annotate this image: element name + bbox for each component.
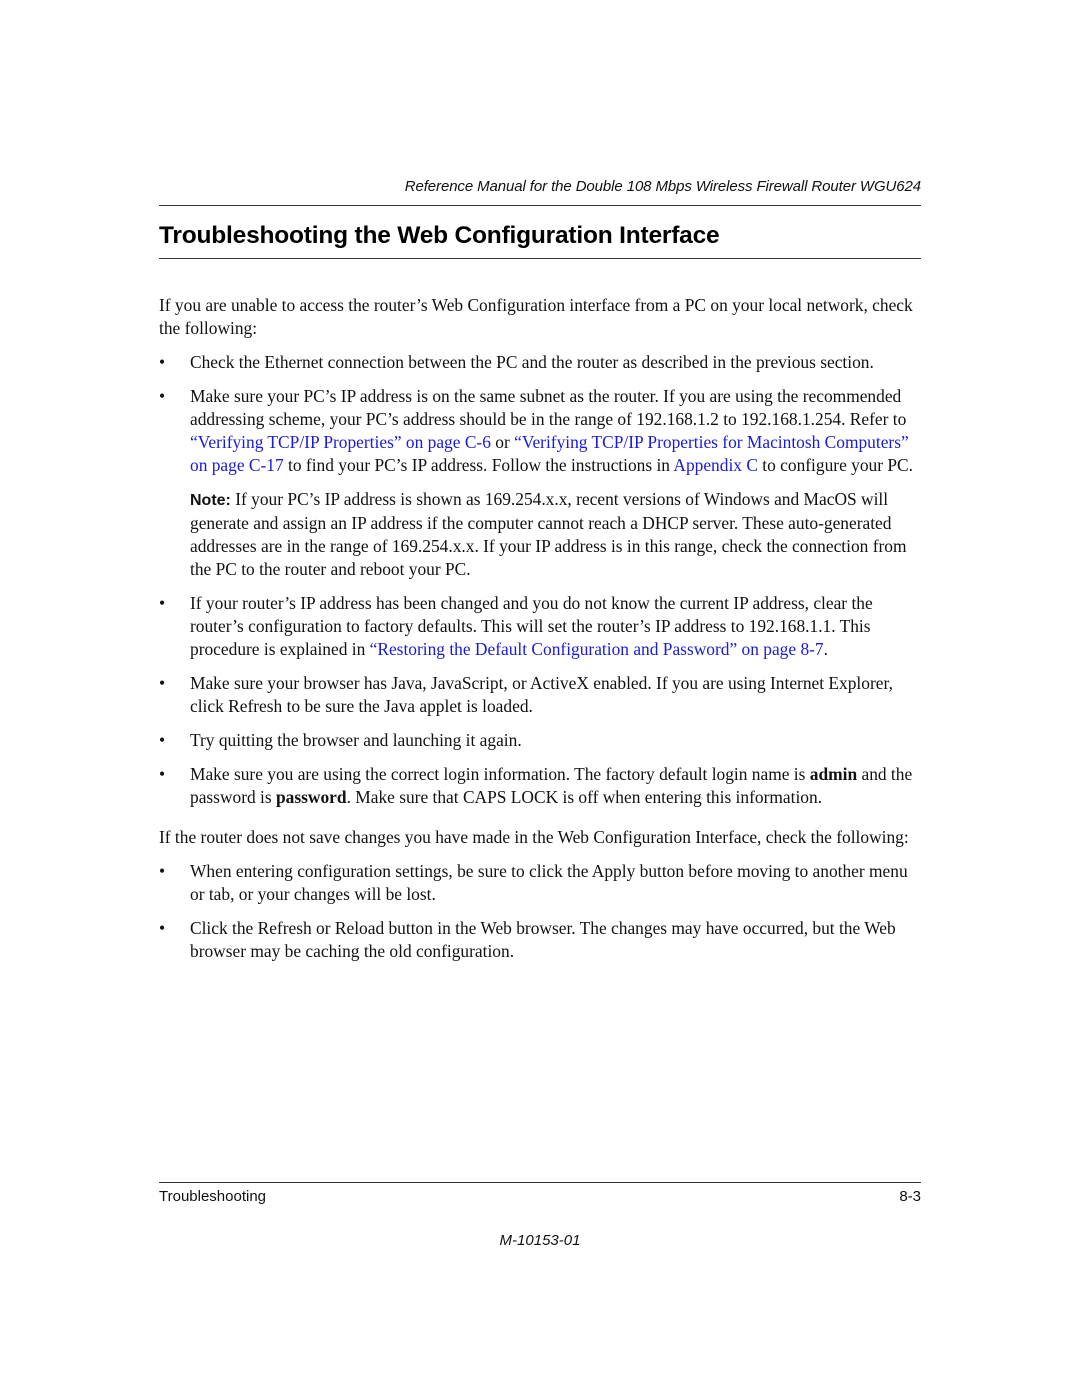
bullet-icon: • [159, 764, 166, 784]
bullet-item-apply-button: • When entering configuration settings, … [159, 860, 921, 906]
bullet-item-ethernet: • Check the Ethernet connection between … [159, 351, 921, 374]
bullet-text: Try quitting the browser and launching i… [190, 730, 522, 750]
bullet-text: or [490, 432, 515, 452]
body-content: If you are unable to access the router’s… [159, 294, 921, 974]
bullet-icon: • [159, 593, 166, 613]
bullet-icon: • [159, 352, 166, 372]
note-block: Note: If your PC’s IP address is shown a… [159, 488, 921, 581]
bullet-icon: • [159, 861, 166, 881]
bullet-text: Make sure you are using the correct logi… [190, 764, 810, 784]
intro-paragraph-save-changes: If the router does not save changes you … [159, 827, 909, 847]
bullet-icon: • [159, 918, 166, 938]
bullet-text: Click the Refresh or Reload button in th… [190, 918, 896, 961]
bullet-item-login: • Make sure you are using the correct lo… [159, 763, 921, 809]
link-restoring-default-configuration[interactable]: “Restoring the Default Configuration and… [370, 639, 824, 659]
bullet-item-factory-defaults: • If your router’s IP address has been c… [159, 592, 921, 661]
bullet-icon: • [159, 673, 166, 693]
bullet-icon: • [159, 386, 166, 406]
document-number: M-10153-01 [499, 1232, 581, 1249]
default-password: password [276, 787, 347, 807]
bullet-text: When entering configuration settings, be… [190, 861, 908, 904]
note-text: If your PC’s IP address is shown as 169.… [190, 489, 907, 579]
link-appendix-c[interactable]: Appendix C [673, 455, 758, 475]
bullet-item-browser-java: • Make sure your browser has Java, JavaS… [159, 672, 921, 718]
intro-paragraph: If you are unable to access the router’s… [159, 295, 913, 338]
title-rule [159, 258, 921, 259]
bullet-text: . [823, 639, 828, 659]
bullet-text: Make sure your PC’s IP address is on the… [190, 386, 907, 429]
bullet-text: Check the Ethernet connection between th… [190, 352, 874, 372]
bullet-item-refresh-reload: • Click the Refresh or Reload button in … [159, 917, 921, 963]
bullet-text: . Make sure that CAPS LOCK is off when e… [346, 787, 823, 807]
footer-chapter: Troubleshooting [159, 1188, 267, 1205]
default-login-name: admin [809, 764, 858, 784]
note-label: Note: [190, 492, 231, 509]
bullet-icon: • [159, 730, 166, 750]
footer-page-number: 8-3 [899, 1188, 921, 1205]
bullet-text: to configure your PC. [757, 455, 913, 475]
header-rule [159, 205, 921, 206]
section-title: Troubleshooting the Web Configuration In… [159, 222, 720, 249]
running-header: Reference Manual for the Double 108 Mbps… [404, 178, 921, 195]
footer-rule [159, 1182, 921, 1183]
bullet-item-relaunch-browser: • Try quitting the browser and launching… [159, 729, 921, 752]
link-verifying-tcpip-properties[interactable]: “Verifying TCP/IP Properties” on page C-… [190, 432, 491, 452]
bullet-text: to find your PC’s IP address. Follow the… [283, 455, 674, 475]
bullet-text: Make sure your browser has Java, JavaScr… [190, 673, 893, 716]
bullet-item-subnet: • Make sure your PC’s IP address is on t… [159, 385, 921, 477]
